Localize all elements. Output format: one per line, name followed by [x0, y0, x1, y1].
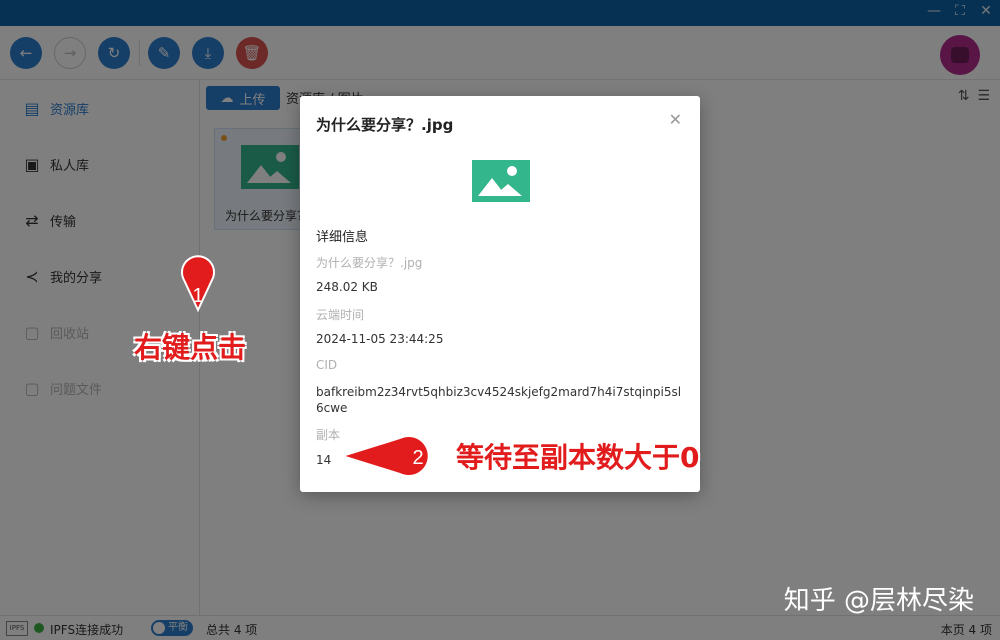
cloud-time-label: 云端时间	[316, 308, 365, 322]
annotation-text-2: 等待至副本数大于0	[456, 441, 700, 474]
cid-value: bafkreibm2z34rvt5qhbiz3cv4524skjefg2mard…	[316, 385, 682, 415]
annotation-marker-1: 1	[181, 250, 216, 312]
replica-label: 副本	[316, 428, 341, 442]
cloud-time-value: 2024-11-05 23:44:25	[316, 332, 444, 346]
annotation-number-1: 1	[192, 285, 203, 307]
replica-count: 14	[316, 453, 332, 467]
close-icon[interactable]: ✕	[669, 110, 682, 129]
annotation-number-2: 2	[412, 447, 423, 469]
cid-label: CID	[316, 358, 338, 372]
file-size-value: 248.02 KB	[316, 280, 378, 294]
file-name-value: 为什么要分享？.jpg	[316, 256, 423, 270]
file-info-dialog: 为什么要分享？.jpg ✕ 详细信息 为什么要分享？.jpg 248.02 KB…	[300, 96, 700, 492]
image-icon	[472, 160, 530, 202]
watermark: 知乎 @层林尽染	[783, 586, 974, 616]
annotation-text-1: 右键点击	[134, 331, 247, 364]
annotation-marker-2: 2	[340, 435, 430, 477]
details-heading: 详细信息	[316, 230, 369, 245]
dialog-title: 为什么要分享？.jpg	[316, 116, 454, 134]
